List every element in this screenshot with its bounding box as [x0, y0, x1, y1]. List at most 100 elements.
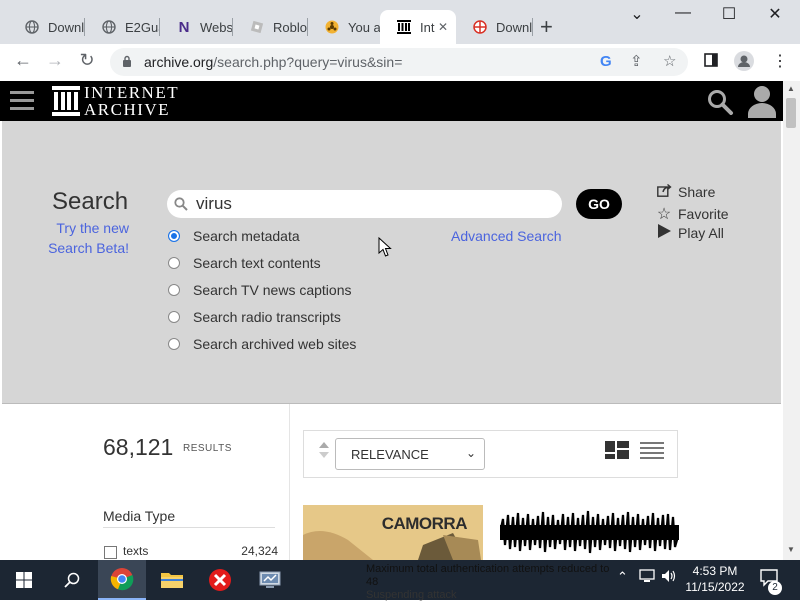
play-all-action[interactable]: Play All	[656, 224, 724, 241]
file-explorer-icon[interactable]	[148, 560, 196, 600]
taskbar-clock[interactable]: 4:53 PM 11/15/2022	[684, 563, 746, 595]
chrome-taskbar-icon[interactable]	[98, 560, 146, 600]
scroll-up-arrow-icon[interactable]: ▲	[787, 84, 795, 93]
tab-5-active[interactable]: Int ✕	[380, 10, 456, 44]
archive-logo-icon[interactable]	[52, 86, 80, 116]
star-outline-icon: ☆	[656, 206, 672, 223]
facet-label: texts	[123, 544, 149, 558]
try-search-beta-link[interactable]: Try the new Search Beta!	[46, 218, 129, 258]
search-icon[interactable]	[707, 89, 735, 115]
tab-label: E2Gua	[125, 19, 159, 35]
network-icon[interactable]	[639, 569, 655, 586]
target-icon	[472, 19, 488, 35]
share-page-icon[interactable]: ⇪	[630, 52, 643, 70]
reload-icon[interactable]: ↻	[74, 50, 100, 71]
radio-button[interactable]	[168, 257, 180, 269]
scroll-down-arrow-icon[interactable]: ▼	[787, 545, 795, 554]
radio-button[interactable]	[168, 230, 180, 242]
ia-logo-text[interactable]: INTERNET ARCHIVE	[84, 84, 179, 118]
vertical-scrollbar[interactable]: ▲ ▼	[783, 81, 800, 560]
result-count: 68,121	[103, 434, 174, 460]
n-logo-icon: N	[178, 18, 190, 36]
tray-chevron-up-icon[interactable]: ⌃	[617, 569, 628, 585]
share-label: Share	[678, 184, 716, 200]
terminal-notification-text: Maximum total authentication attempts re…	[366, 563, 616, 601]
back-arrow-icon[interactable]: ←	[10, 50, 36, 71]
globe-icon	[24, 19, 40, 35]
tab-4[interactable]: You ar	[308, 10, 380, 44]
tab-label: Roblo	[273, 19, 307, 35]
scrollbar-thumb[interactable]	[786, 98, 796, 128]
url-path: /search.php?query=virus&sin=	[213, 54, 403, 70]
chevron-down-icon: ⌄	[465, 446, 476, 460]
search-input[interactable]: virus	[167, 190, 562, 218]
ia-top-nav: INTERNET ARCHIVE	[0, 81, 783, 121]
favorite-action[interactable]: ☆ Favorite	[656, 204, 729, 224]
share-icon	[656, 183, 672, 200]
system-app-icon[interactable]	[246, 560, 294, 600]
option-search-web-sites[interactable]: Search archived web sites	[168, 336, 356, 352]
tab-0[interactable]: Downl	[8, 10, 84, 44]
waveform-image	[498, 505, 681, 560]
forward-arrow-icon[interactable]: →	[42, 50, 68, 71]
option-search-text-contents[interactable]: Search text contents	[168, 255, 321, 271]
bookmark-star-icon[interactable]: ☆	[663, 52, 676, 70]
facet-count: 24,324	[241, 544, 278, 558]
sort-select[interactable]: RELEVANCE ⌄	[335, 438, 485, 470]
tile-view-icon[interactable]	[605, 441, 629, 459]
radio-button[interactable]	[168, 284, 180, 296]
windows-start-icon[interactable]	[0, 560, 48, 600]
go-button[interactable]: GO	[576, 189, 622, 219]
address-bar[interactable]: archive.org/search.php?query=virus&sin= …	[110, 48, 688, 76]
column-divider	[289, 404, 290, 560]
url-text: archive.org/search.php?query=virus&sin=	[144, 54, 402, 70]
radio-button[interactable]	[168, 311, 180, 323]
maximize-icon[interactable]: ☐	[706, 4, 752, 24]
lock-icon	[123, 55, 131, 67]
taskbar-search-icon[interactable]	[48, 560, 96, 600]
list-view-icon[interactable]	[640, 442, 664, 459]
profile-avatar-icon[interactable]	[734, 51, 754, 75]
google-icon[interactable]: G	[600, 53, 612, 70]
close-window-icon[interactable]: ✕	[752, 4, 798, 24]
tab-6[interactable]: Downl	[456, 10, 532, 44]
tab-label: Downl	[496, 19, 532, 35]
option-search-tv-captions[interactable]: Search TV news captions	[168, 282, 352, 298]
kebab-menu-icon[interactable]: ⋮	[772, 51, 788, 71]
tab-3[interactable]: Roblo	[233, 10, 307, 44]
new-tab-button[interactable]: +	[540, 14, 553, 40]
notification-badge: 2	[768, 581, 782, 595]
tab-2[interactable]: N Websi	[160, 10, 232, 44]
option-search-radio-transcripts[interactable]: Search radio transcripts	[168, 309, 341, 325]
minimize-icon[interactable]: —	[660, 4, 706, 22]
favorite-label: Favorite	[678, 206, 729, 222]
globe-icon	[101, 19, 117, 35]
tab-1[interactable]: E2Gua	[85, 10, 159, 44]
play-icon	[656, 224, 672, 241]
close-tab-icon[interactable]: ✕	[438, 20, 448, 34]
radio-button[interactable]	[168, 338, 180, 350]
album-title: CAMORRA	[381, 514, 468, 533]
tab-search-chevron-icon[interactable]: ⌄	[614, 4, 660, 24]
tab-label: You ar	[348, 19, 380, 35]
roblox-icon	[249, 19, 265, 35]
browser-toolbar: ← → ↻ archive.org/search.php?query=virus…	[0, 44, 800, 82]
option-label: Search archived web sites	[193, 336, 357, 352]
tab-strip: Downl E2Gua N Websi Roblo You ar Int ✕	[0, 0, 800, 44]
tab-label: Int	[420, 19, 435, 35]
sort-arrows-icon[interactable]	[318, 441, 330, 459]
option-search-metadata[interactable]: Search metadata	[168, 228, 300, 244]
divider	[103, 527, 275, 528]
user-account-icon[interactable]	[747, 84, 777, 118]
result-thumbnail-2[interactable]	[498, 505, 681, 560]
volume-icon[interactable]	[661, 569, 677, 586]
red-x-app-icon[interactable]	[196, 560, 244, 600]
share-action[interactable]: Share	[656, 183, 716, 200]
side-panel-icon[interactable]	[704, 53, 718, 71]
checkbox[interactable]	[104, 546, 117, 559]
result-thumbnail-1[interactable]: CAMORRA	[303, 505, 483, 560]
option-label: Search text contents	[193, 255, 321, 271]
hamburger-menu-icon[interactable]	[10, 91, 34, 111]
advanced-search-link[interactable]: Advanced Search	[451, 228, 562, 244]
results-label: RESULTS	[183, 443, 232, 454]
